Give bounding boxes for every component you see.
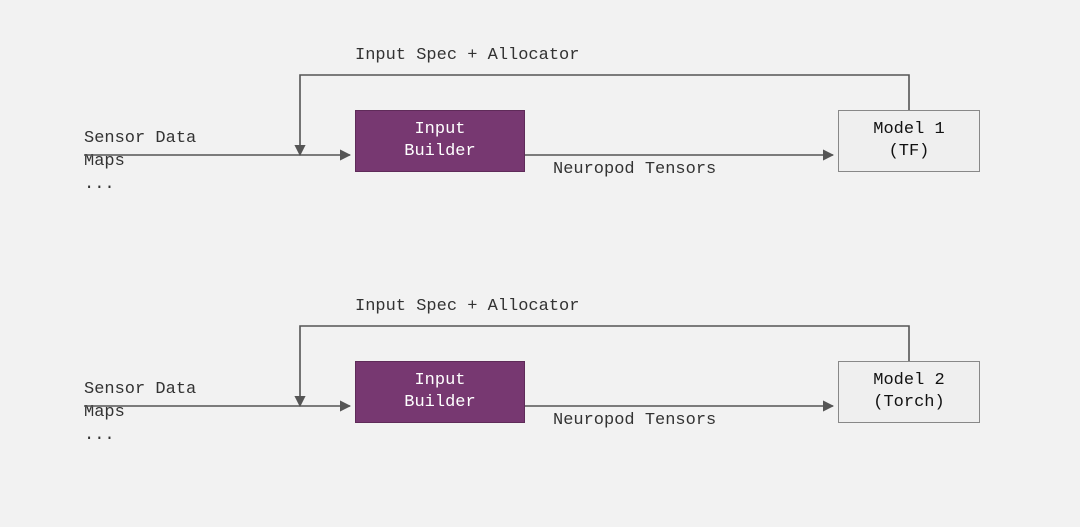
input-builder-label-1: InputBuilder <box>404 119 475 163</box>
model-label-2: Model 2(Torch) <box>873 370 944 414</box>
source-label-2: Sensor DataMaps... <box>84 379 196 448</box>
input-builder-box-1: InputBuilder <box>355 110 525 172</box>
tensor-label-2: Neuropod Tensors <box>553 411 716 430</box>
input-builder-box-2: InputBuilder <box>355 361 525 423</box>
model-label-1: Model 1(TF) <box>873 119 944 163</box>
input-builder-label-2: InputBuilder <box>404 370 475 414</box>
source-label-1: Sensor DataMaps... <box>84 128 196 197</box>
model-box-2: Model 2(Torch) <box>838 361 980 423</box>
diagram-canvas: Sensor DataMaps... InputBuilder Model 1(… <box>0 0 1080 527</box>
tensor-label-1: Neuropod Tensors <box>553 160 716 179</box>
connectors <box>0 0 1080 527</box>
model-box-1: Model 1(TF) <box>838 110 980 172</box>
spec-label-2: Input Spec + Allocator <box>355 297 579 316</box>
spec-label-1: Input Spec + Allocator <box>355 46 579 65</box>
